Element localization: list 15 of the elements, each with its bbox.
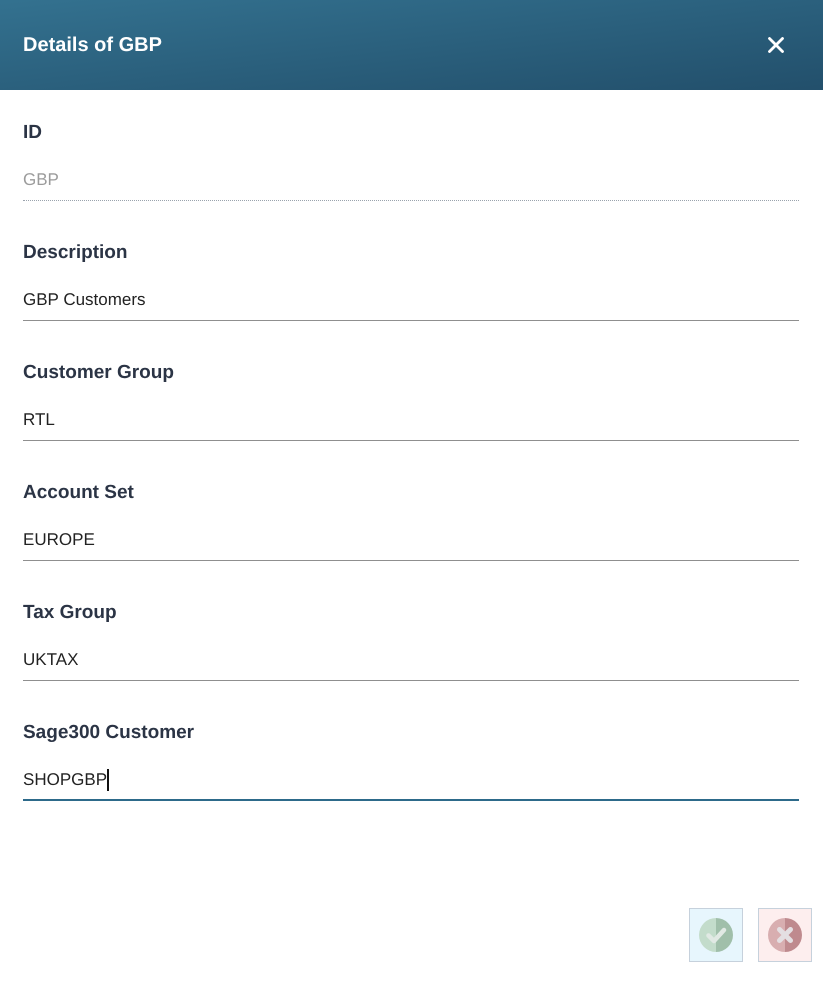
input-field[interactable]: EUROPE: [23, 520, 799, 561]
input-field[interactable]: UKTAX: [23, 640, 799, 681]
field-label: Tax Group: [23, 601, 117, 625]
field-label: Description: [23, 241, 128, 265]
field-label: Customer Group: [23, 361, 174, 385]
dialog-title: Details of GBP: [23, 33, 162, 58]
field-label: Sage300 Customer: [23, 721, 194, 745]
field-label: Account Set: [23, 481, 134, 505]
text-cursor-icon: [107, 768, 110, 790]
input-field[interactable]: GBP Customers: [23, 280, 799, 321]
input-field[interactable]: RTL: [23, 400, 799, 441]
cross-icon: [768, 918, 802, 952]
check-icon: [699, 918, 733, 952]
input-field[interactable]: SHOPGBP: [23, 760, 799, 801]
field-label: ID: [23, 121, 42, 145]
